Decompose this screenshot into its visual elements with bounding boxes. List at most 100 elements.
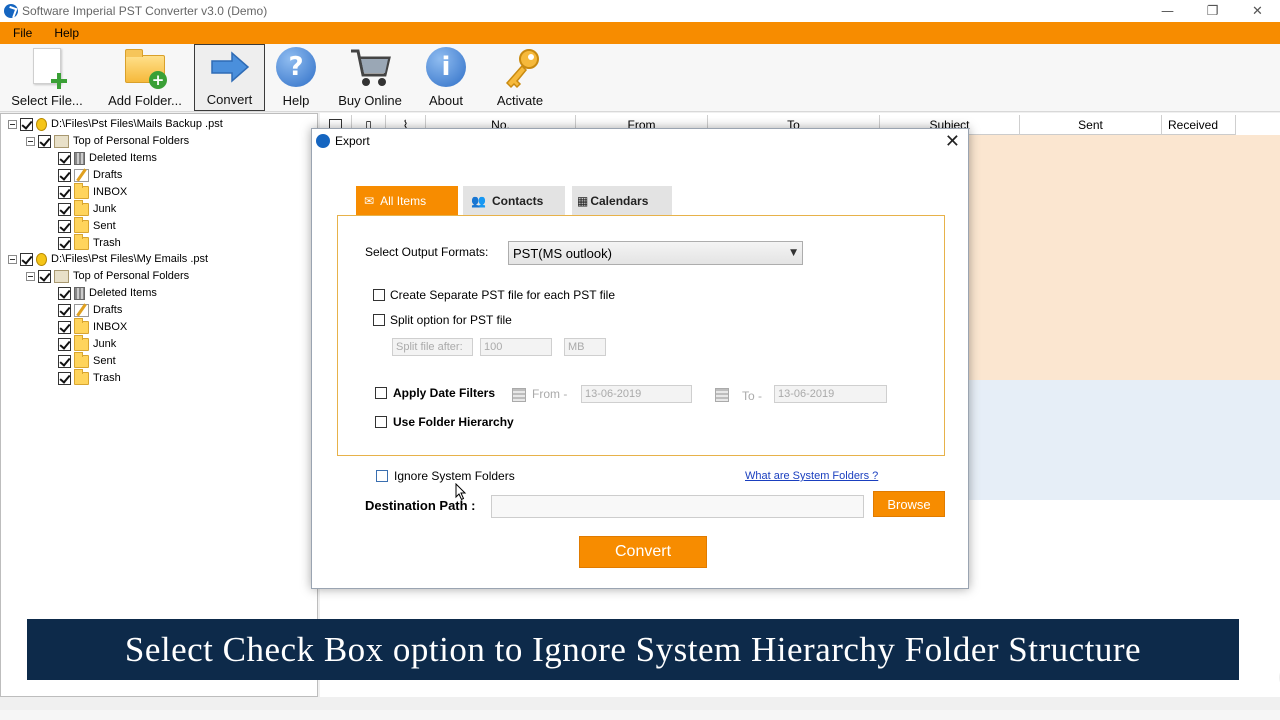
split-after-label: Split file after: — [392, 338, 473, 356]
to-date-value: 13-06-2019 — [778, 388, 835, 400]
tree-item-inbox-1[interactable]: INBOX — [58, 182, 128, 200]
restore-button[interactable]: ❐ — [1190, 0, 1235, 22]
collapse-icon[interactable] — [8, 119, 17, 129]
menu-file[interactable]: File — [0, 26, 42, 40]
to-label: To - — [742, 389, 763, 403]
preview-pane-lower — [968, 380, 1280, 500]
tree-item-sent-1[interactable]: Sent — [58, 216, 116, 234]
split-size-stepper[interactable]: 100 — [480, 338, 552, 356]
folder-add-icon: + — [123, 45, 167, 89]
browse-button[interactable]: Browse — [873, 491, 945, 517]
pst-file-icon — [36, 117, 47, 131]
ignore-system-folders-checkbox[interactable] — [376, 470, 388, 482]
from-date-picker[interactable]: 13-06-2019 — [581, 385, 692, 403]
top-folder-2-label: Top of Personal Folders — [73, 270, 190, 282]
tree-pst-2[interactable]: D:\Files\Pst Files\My Emails .pst — [8, 251, 208, 267]
app-logo-icon — [316, 134, 330, 148]
top-folder-2-checkbox[interactable] — [38, 269, 51, 283]
output-format-select[interactable]: PST(MS outlook) ▼ — [508, 241, 803, 265]
dialog-close-button[interactable]: ✕ — [945, 131, 960, 152]
tree-item-sent-2[interactable]: Sent — [58, 351, 116, 369]
collapse-icon[interactable] — [26, 271, 35, 281]
folder-checkbox[interactable] — [58, 337, 71, 351]
folder-checkbox[interactable] — [58, 185, 71, 199]
trash-can-icon — [74, 286, 85, 300]
column-received[interactable]: Received — [1162, 115, 1236, 135]
split-unit-select[interactable]: MB — [564, 338, 606, 356]
tree-item-junk-2[interactable]: Junk — [58, 334, 116, 352]
folder-icon — [74, 368, 89, 385]
add-folder-label: Add Folder... — [108, 93, 182, 108]
pst-2-checkbox[interactable] — [20, 252, 33, 266]
folder-checkbox[interactable] — [58, 320, 71, 334]
folder-icon — [74, 334, 89, 351]
mouse-cursor-icon — [455, 483, 467, 501]
split-option-checkbox[interactable] — [373, 314, 385, 326]
window-title: Software Imperial PST Converter v3.0 (De… — [22, 4, 268, 18]
pst-1-checkbox[interactable] — [20, 117, 33, 131]
tree-pst-1[interactable]: D:\Files\Pst Files\Mails Backup .pst — [8, 116, 223, 132]
folder-label: Drafts — [93, 169, 123, 181]
folder-checkbox[interactable] — [58, 286, 71, 300]
about-button[interactable]: i About — [422, 44, 470, 111]
output-format-label: Select Output Formats: — [365, 245, 489, 259]
buy-online-label: Buy Online — [338, 93, 402, 108]
folder-checkbox[interactable] — [58, 219, 71, 233]
chevron-down-icon: ▼ — [790, 248, 797, 258]
help-label: Help — [282, 93, 310, 108]
column-sent[interactable]: Sent — [1020, 115, 1162, 135]
pst-file-icon — [36, 252, 47, 266]
to-date-picker[interactable]: 13-06-2019 — [774, 385, 887, 403]
tree-item-deleted-items-1[interactable]: Deleted Items — [58, 150, 157, 166]
tree-item-drafts-2[interactable]: Drafts — [58, 302, 122, 318]
folder-checkbox[interactable] — [58, 151, 71, 165]
convert-toolbar-button[interactable]: Convert — [194, 44, 265, 111]
folder-checkbox[interactable] — [58, 168, 71, 182]
tab-calendars[interactable]: ▦ Calendars — [572, 186, 672, 215]
buy-online-button[interactable]: Buy Online — [334, 44, 406, 111]
tree-top-folder-1[interactable]: Top of Personal Folders — [26, 133, 189, 149]
apply-date-filters-label: Apply Date Filters — [393, 386, 496, 400]
apply-date-filters-checkbox[interactable] — [375, 387, 387, 399]
folder-checkbox[interactable] — [58, 303, 71, 317]
tree-item-drafts-1[interactable]: Drafts — [58, 167, 122, 183]
tab-contacts[interactable]: 👥 Contacts — [463, 186, 565, 215]
tab-all-items[interactable]: ✉ All Items — [356, 186, 458, 215]
top-folder-1-checkbox[interactable] — [38, 134, 51, 148]
folder-checkbox[interactable] — [58, 354, 71, 368]
collapse-icon[interactable] — [26, 136, 35, 146]
folder-label: INBOX — [93, 186, 128, 198]
use-folder-hierarchy-checkbox[interactable] — [375, 416, 387, 428]
activate-label: Activate — [496, 93, 544, 108]
help-button[interactable]: ? Help — [272, 44, 320, 111]
destination-path-input[interactable] — [491, 495, 864, 518]
collapse-icon[interactable] — [8, 254, 17, 264]
create-separate-checkbox[interactable] — [373, 289, 385, 301]
from-date-value: 13-06-2019 — [585, 388, 642, 400]
close-window-button[interactable]: ✕ — [1235, 0, 1280, 22]
folder-label: Drafts — [93, 304, 123, 316]
folder-checkbox[interactable] — [58, 236, 71, 250]
folder-label: Deleted Items — [89, 287, 157, 299]
minimize-button[interactable]: — — [1145, 0, 1190, 22]
folder-checkbox[interactable] — [58, 202, 71, 216]
folder-label: INBOX — [93, 321, 128, 333]
tree-item-trash-1[interactable]: Trash — [58, 233, 121, 251]
tree-item-deleted-items-2[interactable]: Deleted Items — [58, 285, 157, 301]
activate-button[interactable]: Activate — [492, 44, 548, 111]
select-file-button[interactable]: Select File... — [8, 44, 86, 111]
tree-item-inbox-2[interactable]: INBOX — [58, 317, 128, 335]
convert-toolbar-label: Convert — [206, 92, 253, 107]
caption-banner: Select Check Box option to Ignore System… — [27, 619, 1239, 680]
calendar-icon: ▦ — [577, 193, 589, 208]
convert-button[interactable]: Convert — [579, 536, 707, 568]
add-folder-button[interactable]: + Add Folder... — [104, 44, 186, 111]
what-are-system-folders-link[interactable]: What are System Folders ? — [745, 470, 878, 482]
tree-item-trash-2[interactable]: Trash — [58, 368, 121, 386]
tree-item-junk-1[interactable]: Junk — [58, 199, 116, 217]
tree-top-folder-2[interactable]: Top of Personal Folders — [26, 268, 189, 284]
pst-2-label: D:\Files\Pst Files\My Emails .pst — [51, 253, 209, 265]
menu-help[interactable]: Help — [42, 26, 91, 40]
folder-checkbox[interactable] — [58, 371, 71, 385]
export-dialog-title: Export — [335, 134, 370, 148]
